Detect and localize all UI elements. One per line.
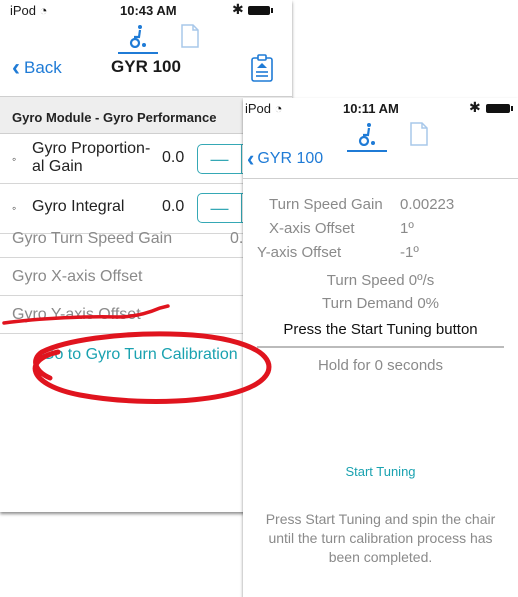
- y-axis-offset-row: Y-axis Offset -1º: [243, 244, 518, 266]
- minus-button[interactable]: —: [198, 145, 242, 173]
- minus-button[interactable]: —: [198, 194, 242, 222]
- status-time: 10:43 AM: [120, 3, 177, 18]
- right-phone-screen: iPod ◔ 10:11 AM ✱ ‹ GYR 100 Turn Speed G…: [243, 98, 518, 597]
- param-value: 0.0: [162, 198, 185, 215]
- turn-speed-gain-row: Turn Speed Gain 0.00223: [243, 196, 518, 218]
- turn-speed-gain-label: Turn Speed Gain: [269, 196, 383, 213]
- turn-demand-readout: Turn Demand 0%: [322, 295, 439, 312]
- tuning-instructions: Press Start Tuning and spin the chair un…: [265, 511, 496, 565]
- turn-speed-readout: Turn Speed 0º/s: [326, 272, 435, 289]
- back-button[interactable]: ‹ GYR 100: [247, 148, 323, 170]
- x-axis-offset-row: X-axis Offset 1º: [243, 220, 518, 242]
- bullet-icon: ◦: [12, 152, 17, 166]
- status-bar: iPod ◔ 10:11 AM ✱: [243, 98, 518, 118]
- battery-icon: [248, 6, 273, 15]
- y-axis-offset-label: Y-axis Offset: [257, 244, 342, 261]
- battery-icon: [486, 104, 513, 113]
- info-label: Gyro Y-axis Offset: [12, 306, 141, 323]
- chevron-left-icon: ‹: [247, 146, 255, 171]
- start-tuning-button[interactable]: Start Tuning: [243, 464, 518, 479]
- param-value: 0.0: [162, 149, 185, 166]
- page-title: GYR 100: [111, 57, 181, 76]
- nav-divider: [243, 178, 518, 179]
- x-axis-offset-value: 1º: [400, 220, 414, 237]
- section-title: Gyro Module - Gyro Performance: [12, 110, 217, 125]
- info-value: 0.: [230, 230, 244, 247]
- gyro-turn-calibration-link[interactable]: Go to Gyro Turn Calibration: [42, 346, 238, 364]
- carrier-label: iPod ◔: [10, 3, 48, 18]
- turn-speed-gain-value: 0.00223: [400, 196, 455, 213]
- navigation-bar: ‹ GYR 100: [243, 142, 518, 176]
- document-icon[interactable]: [180, 24, 200, 48]
- y-axis-offset-value: -1º: [400, 244, 419, 261]
- navigation-bar: ‹ Back GYR 100: [0, 48, 292, 92]
- tuning-prompt: Press the Start Tuning button: [283, 321, 478, 338]
- bluetooth-icon: ✱: [232, 1, 244, 17]
- param-label: Gyro Proportion- al Gain: [32, 140, 151, 175]
- info-label: Gyro Turn Speed Gain: [12, 230, 173, 247]
- status-time: 10:11 AM: [343, 101, 399, 116]
- x-axis-offset-label: X-axis Offset: [269, 220, 355, 237]
- status-bar: iPod ◔ 10:43 AM ✱: [0, 0, 292, 20]
- hold-timer: Hold for 0 seconds: [317, 357, 444, 374]
- info-label: Gyro X-axis Offset: [12, 268, 143, 285]
- tuning-progress-line: [257, 346, 504, 348]
- param-label: Gyro Integral: [32, 198, 125, 215]
- bullet-icon: ◦: [12, 201, 17, 215]
- bluetooth-icon: ✱: [469, 99, 481, 115]
- clipboard-icon[interactable]: [250, 54, 274, 82]
- wheelchair-icon[interactable]: [118, 24, 158, 54]
- back-label: GYR 100: [257, 150, 324, 167]
- carrier-label: iPod ◔: [245, 101, 283, 116]
